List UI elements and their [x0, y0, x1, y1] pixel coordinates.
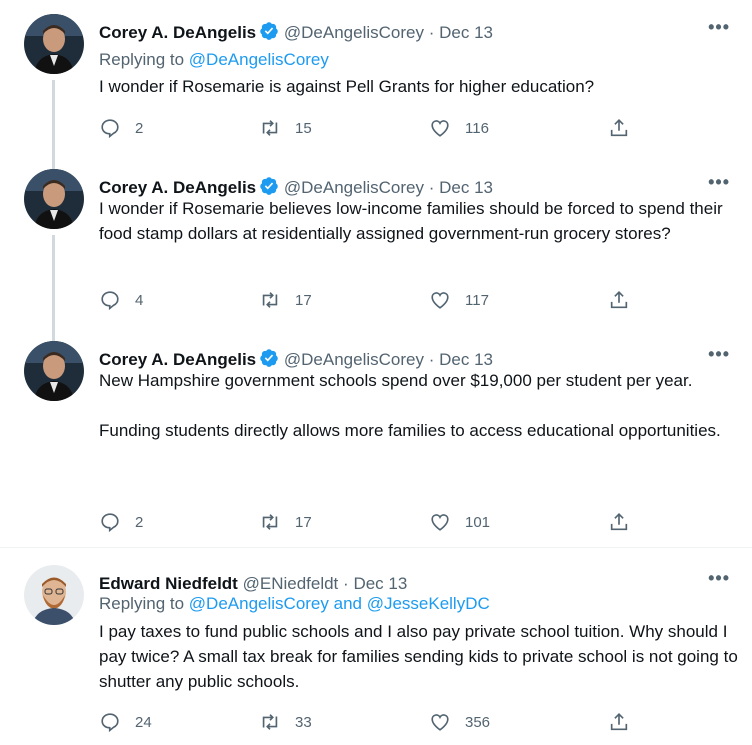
- tweet-actions: 2 15 116: [99, 116, 639, 140]
- replying-to-label: Replying to: [99, 50, 185, 69]
- reply-icon: [101, 713, 119, 733]
- retweet-icon: [262, 514, 278, 530]
- share-button[interactable]: [608, 116, 630, 140]
- more-icon[interactable]: •••: [708, 172, 730, 193]
- like-icon: [431, 514, 449, 531]
- share-button[interactable]: [608, 510, 630, 534]
- more-icon[interactable]: •••: [708, 344, 730, 365]
- verified-badge-icon: [260, 22, 278, 40]
- thread-line: [52, 235, 55, 342]
- tweet-date[interactable]: Dec 13: [439, 178, 493, 197]
- retweet-button[interactable]: 33: [259, 710, 312, 734]
- separator: ·: [343, 574, 349, 593]
- retweet-count: 17: [295, 291, 312, 309]
- tweet-paragraph: Funding students directly allows more fa…: [99, 421, 721, 440]
- reply-button[interactable]: 4: [99, 288, 143, 312]
- retweet-icon: [262, 714, 278, 730]
- retweet-count: 15: [295, 119, 312, 137]
- avatar[interactable]: [24, 14, 84, 74]
- like-button[interactable]: 117: [429, 288, 489, 312]
- like-icon: [431, 120, 449, 137]
- reply-count: 24: [135, 713, 152, 731]
- author-name[interactable]: Corey A. DeAngelis: [99, 178, 256, 197]
- replying-to-link[interactable]: @DeAngelisCorey and @JesseKellyDC: [189, 594, 490, 613]
- tweet-actions: 2 17 101: [99, 510, 639, 534]
- reply-count: 2: [135, 513, 144, 531]
- author-name[interactable]: Edward Niedfeldt: [99, 574, 238, 593]
- more-icon[interactable]: •••: [708, 568, 730, 589]
- separator: ·: [428, 23, 435, 42]
- retweet-icon: [262, 292, 278, 308]
- more-icon[interactable]: •••: [708, 17, 730, 38]
- tweet-paragraph: I wonder if Rosemarie is against Pell Gr…: [99, 77, 595, 96]
- reply-icon: [101, 119, 119, 139]
- separator: ·: [428, 178, 435, 197]
- tweet-date[interactable]: Dec 13: [439, 350, 493, 369]
- tweet-actions: 24 33 356: [99, 710, 639, 734]
- retweet-count: 17: [295, 513, 312, 531]
- tweet-1[interactable]: Corey A. DeAngelis @DeAngelisCorey · Dec…: [0, 0, 752, 175]
- replying-to-label: Replying to: [99, 594, 185, 613]
- reply-button[interactable]: 24: [99, 710, 152, 734]
- like-count: 101: [465, 513, 491, 531]
- tweet-date[interactable]: Dec 13: [439, 23, 493, 42]
- avatar[interactable]: [24, 169, 84, 229]
- like-count: 116: [465, 119, 489, 137]
- like-count: 117: [465, 291, 489, 309]
- retweet-button[interactable]: 15: [259, 116, 312, 140]
- reply-button[interactable]: 2: [99, 116, 143, 140]
- retweet-icon: [262, 120, 278, 136]
- avatar[interactable]: [24, 565, 84, 625]
- author-name[interactable]: Corey A. DeAngelis: [99, 23, 256, 42]
- tweet-paragraph: I pay taxes to fund public schools and I…: [99, 622, 738, 691]
- tweet-text: I pay taxes to fund public schools and I…: [99, 619, 739, 694]
- reply-icon: [101, 291, 119, 311]
- retweet-button[interactable]: 17: [259, 510, 312, 534]
- like-button[interactable]: 356: [429, 710, 490, 734]
- tweet-text: I wonder if Rosemarie believes low-incom…: [99, 196, 739, 246]
- author-handle[interactable]: @DeAngelisCorey: [284, 178, 424, 197]
- replying-to: Replying to @DeAngelisCorey and @JesseKe…: [99, 592, 490, 616]
- reply-button[interactable]: 2: [99, 510, 143, 534]
- author-handle[interactable]: @DeAngelisCorey: [284, 23, 424, 42]
- tweet-actions: 4 17 117: [99, 288, 639, 312]
- like-button[interactable]: 101: [429, 510, 490, 534]
- tweet-3[interactable]: Corey A. DeAngelis @DeAngelisCorey · Dec…: [0, 327, 752, 547]
- separator: ·: [428, 350, 435, 369]
- replying-to: Replying to @DeAngelisCorey: [99, 48, 329, 72]
- like-button[interactable]: 116: [429, 116, 489, 140]
- share-icon: [610, 513, 628, 531]
- like-count: 356: [465, 713, 491, 731]
- tweet-header: Corey A. DeAngelis @DeAngelisCorey · Dec…: [99, 21, 732, 45]
- retweet-count: 33: [295, 713, 312, 731]
- share-button[interactable]: [608, 288, 630, 312]
- tweet-text: New Hampshire government schools spend o…: [99, 368, 739, 443]
- author-name[interactable]: Corey A. DeAngelis: [99, 350, 256, 369]
- tweet-4[interactable]: Edward Niedfeldt @ENiedfeldt · Dec 13 ••…: [0, 551, 752, 745]
- replying-to-link[interactable]: @DeAngelisCorey: [189, 50, 329, 69]
- author-handle[interactable]: @DeAngelisCorey: [284, 350, 424, 369]
- like-icon: [431, 292, 449, 309]
- verified-badge-icon: [260, 349, 278, 367]
- tweet-paragraph: New Hampshire government schools spend o…: [99, 371, 693, 390]
- reply-icon: [101, 513, 119, 533]
- verified-badge-icon: [260, 177, 278, 195]
- author-handle[interactable]: @ENiedfeldt: [243, 574, 339, 593]
- share-button[interactable]: [608, 710, 630, 734]
- like-icon: [431, 714, 449, 731]
- share-icon: [610, 713, 628, 731]
- tweet-2[interactable]: Corey A. DeAngelis @DeAngelisCorey · Dec…: [0, 155, 752, 342]
- reply-count: 4: [135, 291, 144, 309]
- share-icon: [610, 291, 628, 309]
- reply-count: 2: [135, 119, 144, 137]
- tweet-text: I wonder if Rosemarie is against Pell Gr…: [99, 74, 739, 99]
- avatar[interactable]: [24, 341, 84, 401]
- divider: [0, 547, 752, 548]
- tweet-feed: Corey A. DeAngelis @DeAngelisCorey · Dec…: [0, 0, 752, 745]
- retweet-button[interactable]: 17: [259, 288, 312, 312]
- share-icon: [610, 119, 628, 137]
- tweet-date[interactable]: Dec 13: [353, 574, 407, 593]
- tweet-paragraph: I wonder if Rosemarie believes low-incom…: [99, 199, 723, 243]
